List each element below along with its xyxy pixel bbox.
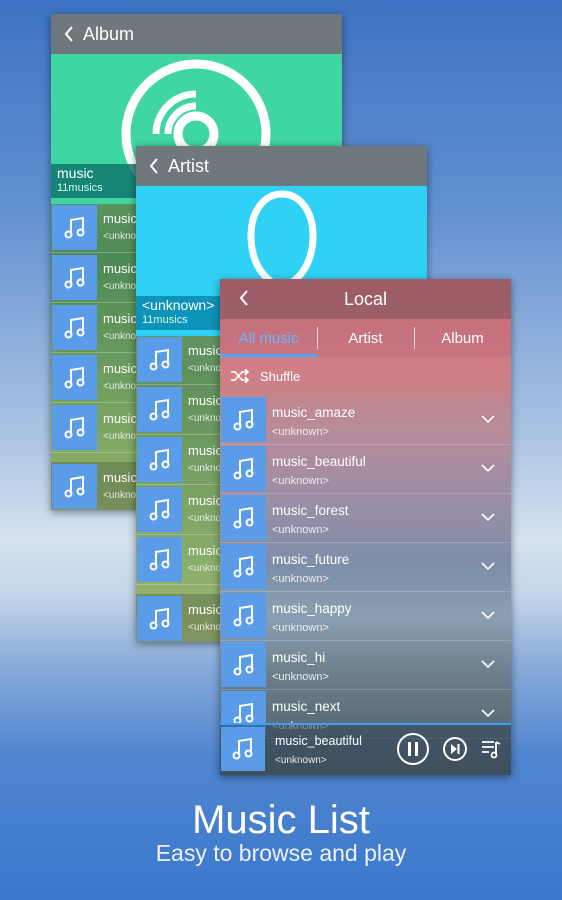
song-title: music: [188, 343, 222, 358]
music-note-icon: [137, 596, 182, 641]
song-title: music: [188, 543, 222, 558]
song-artist: <unknown>: [272, 573, 329, 585]
back-icon[interactable]: [140, 157, 168, 175]
album-header: Album: [51, 14, 342, 54]
artist-title: Artist: [168, 155, 210, 176]
song-artist: <unknown>: [272, 426, 329, 438]
music-note-icon: [52, 305, 97, 350]
now-playing-bar[interactable]: music_beautiful <unknown>: [220, 723, 511, 775]
shuffle-icon: [220, 369, 260, 383]
song-title: music_happy: [272, 601, 352, 616]
music-note-icon: [137, 487, 182, 532]
song-title: music_next: [272, 699, 341, 714]
music-note-icon: [52, 405, 97, 450]
shuffle-button[interactable]: Shuffle: [220, 357, 511, 395]
song-title: music: [103, 211, 137, 226]
tab-album[interactable]: Album: [414, 319, 511, 357]
song-artist: <unknown>: [272, 524, 329, 536]
music-note-icon: [221, 727, 265, 771]
chevron-down-icon[interactable]: [481, 705, 495, 723]
song-artist: <unknown>: [272, 622, 329, 634]
song-row[interactable]: music_beautiful <unknown>: [220, 444, 511, 494]
tab-artist[interactable]: Artist: [317, 319, 414, 357]
headline: Music List: [192, 798, 370, 842]
now-playing-artist: <unknown>: [275, 755, 327, 766]
album-title: Album: [83, 23, 135, 44]
music-note-icon: [137, 437, 182, 482]
tab-divider: [317, 327, 318, 349]
pause-button[interactable]: [396, 732, 430, 766]
song-artist: <unknown>: [272, 671, 329, 683]
song-title: music_forest: [272, 503, 349, 518]
music-note-icon: [221, 642, 266, 687]
back-icon[interactable]: [230, 289, 258, 307]
local-panel: Local All music Artist Album Shuffle mus…: [220, 279, 511, 775]
chevron-down-icon[interactable]: [481, 607, 495, 625]
music-note-icon: [221, 495, 266, 540]
song-title: music: [188, 443, 222, 458]
song-row[interactable]: music_forest <unknown>: [220, 493, 511, 543]
mini-title: music: [103, 470, 137, 485]
music-note-icon: [137, 537, 182, 582]
song-row[interactable]: music_future <unknown>: [220, 542, 511, 592]
local-header: Local: [220, 279, 511, 319]
song-row[interactable]: music_hi <unknown>: [220, 640, 511, 690]
song-artist: <unknown>: [272, 475, 329, 487]
local-title: Local: [343, 288, 388, 309]
song-title: music_amaze: [272, 405, 356, 420]
song-title: music_beautiful: [272, 454, 366, 469]
mini-title: music: [188, 602, 222, 617]
now-playing-title: music_beautiful: [275, 734, 362, 748]
chevron-down-icon[interactable]: [481, 558, 495, 576]
music-note-icon: [52, 205, 97, 250]
music-note-icon: [137, 337, 182, 382]
back-icon[interactable]: [55, 25, 83, 43]
music-note-icon: [52, 464, 97, 509]
song-row[interactable]: music_happy <unknown>: [220, 591, 511, 641]
playlist-icon[interactable]: [480, 738, 502, 760]
subline: Easy to browse and play: [155, 840, 407, 866]
song-row[interactable]: music_amaze <unknown>: [220, 395, 511, 445]
tab-bar: All music Artist Album: [220, 319, 511, 357]
chevron-down-icon[interactable]: [481, 509, 495, 527]
chevron-down-icon[interactable]: [481, 656, 495, 674]
song-title: music_future: [272, 552, 350, 567]
music-note-icon: [221, 397, 266, 442]
song-title: music: [188, 393, 222, 408]
tab-divider: [414, 327, 415, 349]
music-note-icon: [221, 593, 266, 638]
song-title: music_hi: [272, 650, 326, 665]
artist-header: Artist: [136, 146, 427, 186]
song-title: music: [103, 311, 137, 326]
tab-all-music[interactable]: All music: [220, 319, 317, 357]
chevron-down-icon[interactable]: [481, 411, 495, 429]
music-note-icon: [52, 355, 97, 400]
song-title: music: [103, 411, 137, 426]
music-note-icon: [52, 255, 97, 300]
chevron-down-icon[interactable]: [481, 460, 495, 478]
music-note-icon: [221, 544, 266, 589]
music-note-icon: [221, 446, 266, 491]
song-title: music: [103, 261, 137, 276]
song-title: music: [188, 493, 222, 508]
song-title: music: [103, 361, 137, 376]
music-note-icon: [137, 387, 182, 432]
next-button[interactable]: [442, 736, 468, 762]
shuffle-label: Shuffle: [260, 368, 301, 384]
